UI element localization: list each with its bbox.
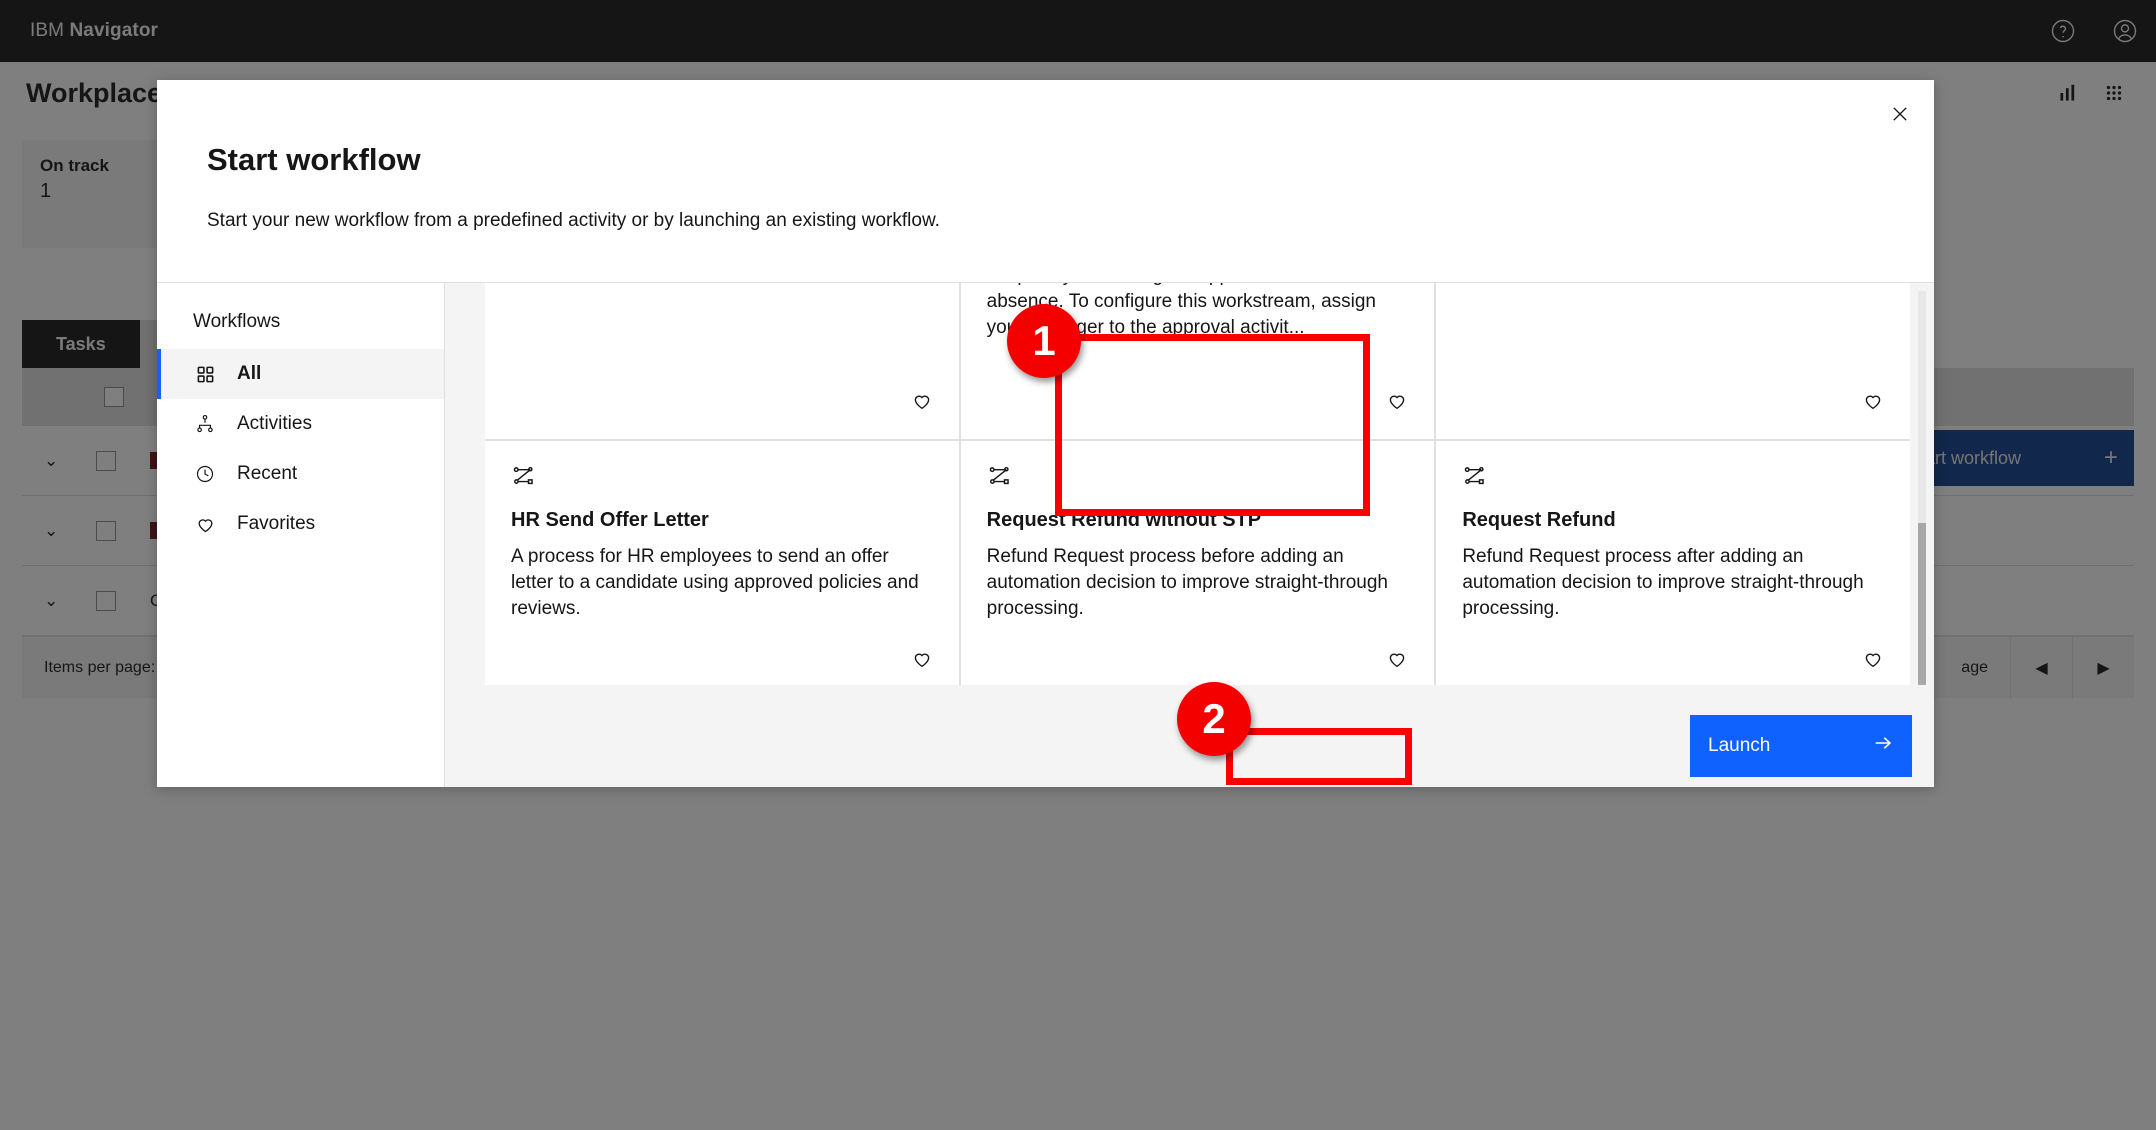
modal-header: Start workflow Start your new workflow f…	[157, 80, 1934, 282]
sidebar-item-all[interactable]: All	[157, 349, 444, 399]
favorite-heart-icon[interactable]	[1386, 648, 1408, 675]
close-icon[interactable]	[1866, 80, 1934, 148]
workflow-cards-grid: Request your manager's approval for a le…	[485, 283, 1910, 685]
annotation-badge-2: 2	[1177, 682, 1251, 756]
workflow-icon	[1462, 463, 1884, 487]
workflow-card-description: Refund Request process after adding an a…	[1462, 546, 1864, 620]
hierarchy-icon	[193, 412, 217, 436]
sidebar-item-label: All	[237, 363, 262, 384]
launch-button-label: Launch	[1708, 735, 1771, 756]
sidebar-heading: Workflows	[193, 311, 281, 332]
arrow-right-icon	[1872, 732, 1894, 760]
workflow-card-description: A process for HR employees to send an of…	[511, 546, 919, 620]
sidebar-item-favorites[interactable]: Favorites	[157, 499, 444, 549]
sidebar-item-label: Activities	[237, 413, 312, 434]
sidebar-item-label: Recent	[237, 463, 298, 484]
workflow-card-request-refund[interactable]: Request Refund Refund Request process af…	[1436, 441, 1910, 685]
start-workflow-modal: Start workflow Start your new workflow f…	[157, 80, 1934, 787]
clock-icon	[193, 462, 217, 486]
modal-sidebar: Workflows All Activities Recent Favorite…	[157, 283, 445, 787]
workflow-icon	[987, 463, 1409, 487]
workflow-card-title: Request Refund without STP	[986, 509, 1262, 531]
workflow-cards-scroll: Request your manager's approval for a le…	[445, 283, 1934, 685]
workflow-card[interactable]	[1436, 283, 1910, 439]
workflow-card[interactable]	[485, 283, 959, 439]
favorite-heart-icon[interactable]	[911, 648, 933, 675]
favorite-heart-icon[interactable]	[1862, 390, 1884, 417]
workflow-card[interactable]: Request Refund without STP Refund Reques…	[960, 441, 1435, 685]
favorite-heart-icon[interactable]	[1386, 390, 1408, 417]
cards-scrollbar-thumb[interactable]	[1918, 523, 1926, 685]
sidebar-item-activities[interactable]: Activities	[157, 399, 444, 449]
annotation-badge-1: 1	[1007, 304, 1081, 378]
sidebar-item-recent[interactable]: Recent	[157, 449, 444, 499]
grid-squares-icon	[193, 362, 217, 386]
workflow-icon	[511, 463, 933, 487]
favorite-heart-icon[interactable]	[1862, 648, 1884, 675]
modal-title: Start workflow	[207, 142, 421, 177]
workflow-card-description: Refund Request process before adding an …	[986, 546, 1388, 620]
favorite-heart-icon[interactable]	[911, 390, 933, 417]
launch-button[interactable]: Launch	[1690, 715, 1912, 777]
workflow-card-title: Request Refund	[1462, 509, 1616, 531]
workflow-card[interactable]: HR Send Offer Letter A process for HR em…	[485, 441, 959, 685]
heart-icon	[193, 512, 217, 536]
workflow-card-title: HR Send Offer Letter	[511, 509, 709, 531]
modal-subtitle: Start your new workflow from a predefine…	[207, 210, 940, 231]
sidebar-item-label: Favorites	[237, 513, 316, 534]
